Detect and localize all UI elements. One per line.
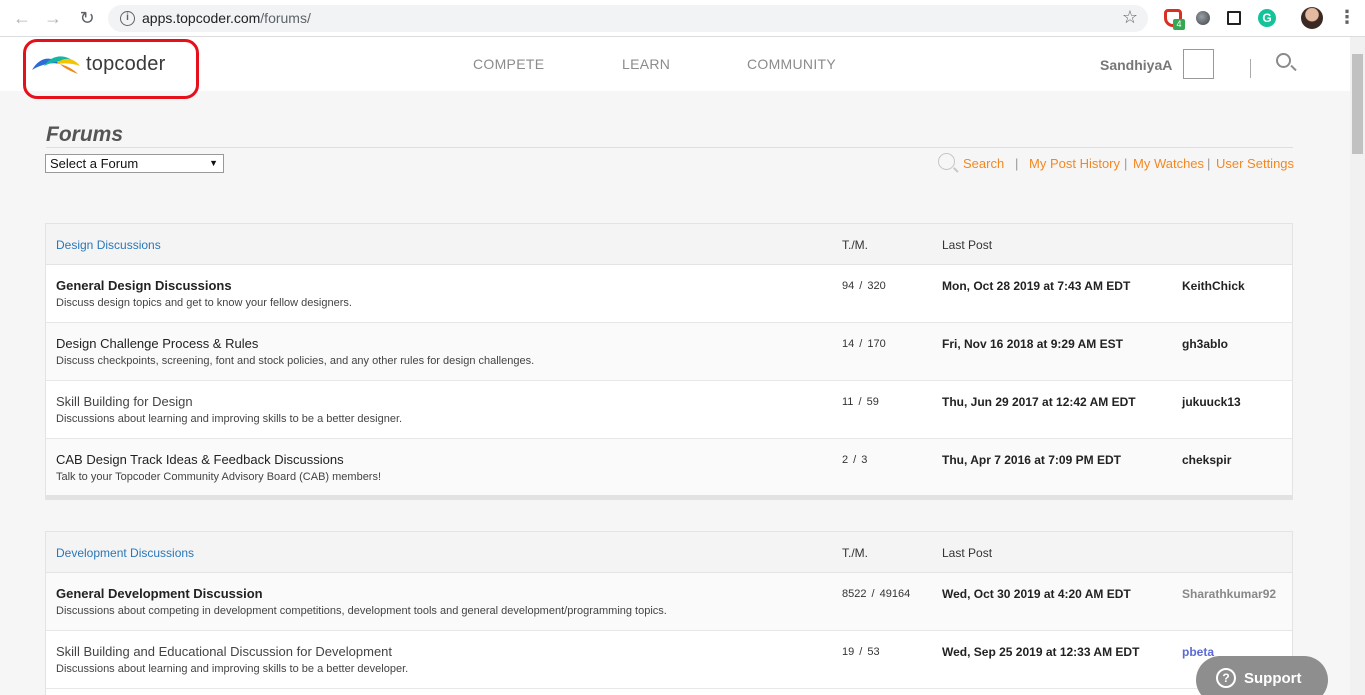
support-label: Support: [1244, 670, 1302, 687]
table-row: CAB Design Track Ideas & Feedback Discus…: [46, 439, 1292, 497]
grammarly-extension-icon[interactable]: G: [1258, 9, 1276, 27]
scrollbar-thumb[interactable]: [1352, 54, 1363, 154]
toolbar-separator: |: [1015, 156, 1019, 171]
forum-title-link[interactable]: Design Challenge Process & Rules: [56, 336, 258, 351]
nav-compete[interactable]: COMPETE: [473, 56, 544, 72]
last-post-date-link[interactable]: Thu, Jun 29 2017 at 12:42 AM EDT: [942, 395, 1136, 409]
forum-select-dropdown[interactable]: Select a Forum ▼: [45, 154, 224, 173]
info-icon[interactable]: i: [120, 11, 135, 26]
url-host: apps.topcoder.com: [142, 10, 261, 26]
thread-message-count: 14 / 170: [842, 338, 886, 350]
last-post-user-link[interactable]: pbeta: [1182, 645, 1214, 659]
forum-search-link[interactable]: Search: [963, 156, 1004, 171]
browser-menu-icon[interactable]: ⋮: [1338, 7, 1356, 28]
forum-search-icon[interactable]: [938, 153, 955, 170]
user-avatar[interactable]: [1183, 49, 1214, 79]
header-search-icon[interactable]: [1276, 53, 1291, 68]
page-title: Forums: [46, 123, 124, 146]
last-post-date-link[interactable]: Wed, Sep 25 2019 at 12:33 AM EDT: [942, 645, 1139, 659]
forum-title-link[interactable]: General Development Discussion: [56, 586, 263, 601]
reload-icon[interactable]: ↻: [77, 8, 97, 28]
last-post-user-link[interactable]: gh3ablo: [1182, 337, 1228, 351]
address-bar[interactable]: i apps.topcoder.com/forums/ ☆: [108, 5, 1148, 32]
url-text[interactable]: apps.topcoder.com/forums/: [142, 10, 311, 26]
newspaper-extension-icon[interactable]: [1227, 11, 1241, 25]
nav-community[interactable]: COMMUNITY: [747, 56, 836, 72]
bookmark-star-icon[interactable]: ☆: [1122, 7, 1138, 28]
last-post-user-link[interactable]: Sharathkumar92: [1182, 587, 1276, 601]
last-post-date-link[interactable]: Wed, Oct 30 2019 at 4:20 AM EDT: [942, 587, 1131, 601]
column-header-last-post: Last Post: [942, 546, 993, 560]
logo-highlight-outline: [23, 39, 199, 99]
category-link-development[interactable]: Development Discussions: [56, 546, 194, 560]
last-post-date-link[interactable]: Mon, Oct 28 2019 at 7:43 AM EDT: [942, 279, 1130, 293]
thread-message-count: 19 / 53: [842, 646, 880, 658]
browser-profile-avatar[interactable]: [1301, 7, 1323, 29]
last-post-user-link[interactable]: chekspir: [1182, 453, 1231, 467]
last-post-user-link[interactable]: KeithChick: [1182, 279, 1245, 293]
table-footer-bar: [46, 495, 1292, 499]
table-header: Design Discussions T./M. Last Post: [46, 224, 1292, 265]
my-watches-link[interactable]: My Watches: [1133, 156, 1204, 171]
column-header-last-post: Last Post: [942, 238, 993, 252]
site-header: topcoder COMPETE LEARN COMMUNITY Sandhiy…: [0, 37, 1350, 99]
nav-learn[interactable]: LEARN: [622, 56, 670, 72]
my-post-history-link[interactable]: My Post History: [1029, 156, 1120, 171]
url-path: /forums/: [260, 10, 311, 26]
column-header-tm: T./M.: [842, 238, 868, 252]
circle-extension-icon[interactable]: [1196, 11, 1210, 25]
title-divider: [46, 147, 1293, 148]
help-icon: ?: [1216, 668, 1236, 688]
forum-title-link[interactable]: General Design Discussions: [56, 278, 232, 293]
forum-description: Discuss design topics and get to know yo…: [56, 297, 352, 309]
thread-message-count: 11 / 59: [842, 396, 879, 408]
design-discussions-table: Design Discussions T./M. Last Post Gener…: [45, 223, 1293, 500]
category-link-design[interactable]: Design Discussions: [56, 238, 161, 252]
table-row: Skill Building for Design Discussions ab…: [46, 381, 1292, 439]
forum-description: Discussions about learning and improving…: [56, 413, 403, 425]
table-row: General Design Discussions Discuss desig…: [46, 265, 1292, 323]
thread-message-count: 8522 / 49164: [842, 588, 911, 600]
extension-badge: 4: [1173, 19, 1185, 30]
forum-title-link[interactable]: CAB Design Track Ideas & Feedback Discus…: [56, 452, 344, 467]
header-divider: [1250, 59, 1251, 78]
support-button[interactable]: ? Support: [1196, 656, 1328, 695]
forum-description: Discuss checkpoints, screening, font and…: [56, 355, 535, 367]
forum-select-value: Select a Forum: [50, 156, 139, 171]
thread-message-count: 94 / 320: [842, 280, 886, 292]
user-settings-link[interactable]: User Settings: [1216, 156, 1294, 171]
dropdown-arrow-icon: ▼: [209, 158, 218, 168]
forum-description: Discussions about learning and improving…: [56, 663, 409, 675]
development-discussions-table: Development Discussions T./M. Last Post …: [45, 531, 1293, 695]
forum-title-link[interactable]: Skill Building for Design: [56, 394, 193, 409]
table-header: Development Discussions T./M. Last Post: [46, 532, 1292, 573]
last-post-date-link[interactable]: Fri, Nov 16 2018 at 9:29 AM EST: [942, 337, 1123, 351]
thread-message-count: 2 / 3: [842, 454, 868, 466]
last-post-user-link[interactable]: jukuuck13: [1182, 395, 1241, 409]
table-row: General Development Discussion Discussio…: [46, 573, 1292, 631]
toolbar-separator: |: [1124, 156, 1128, 171]
page-scrollbar[interactable]: [1350, 37, 1365, 695]
back-arrow-icon[interactable]: ←: [12, 8, 32, 28]
table-row: Design Challenge Process & Rules Discuss…: [46, 323, 1292, 381]
forum-description: Discussions about competing in developme…: [56, 605, 667, 617]
header-username[interactable]: SandhiyaA: [1100, 57, 1172, 73]
forum-title-link[interactable]: Skill Building and Educational Discussio…: [56, 644, 392, 659]
column-header-tm: T./M.: [842, 546, 868, 560]
last-post-date-link[interactable]: Thu, Apr 7 2016 at 7:09 PM EDT: [942, 453, 1121, 467]
forward-arrow-icon[interactable]: →: [43, 8, 63, 28]
browser-toolbar: ← → ↻ i apps.topcoder.com/forums/ ☆ 4 G …: [0, 0, 1365, 37]
forum-description: Talk to your Topcoder Community Advisory…: [56, 471, 382, 483]
toolbar-separator: |: [1207, 156, 1211, 171]
table-row: Skill Building and Educational Discussio…: [46, 631, 1292, 689]
